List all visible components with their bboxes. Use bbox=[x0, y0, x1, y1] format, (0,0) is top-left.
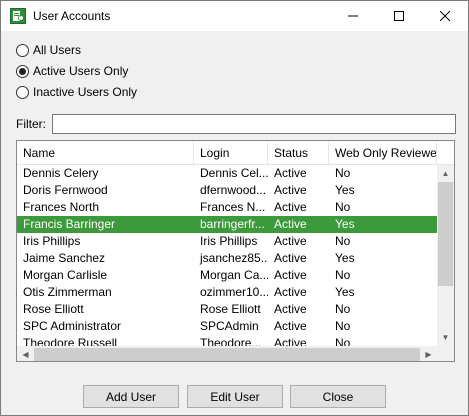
cell-login: barringerfr... bbox=[200, 217, 265, 231]
add-user-button[interactable]: Add User bbox=[83, 385, 179, 408]
user-accounts-app-icon bbox=[10, 8, 26, 24]
cell-name: Frances North bbox=[23, 200, 100, 214]
cell-login: dfernwood... bbox=[200, 183, 267, 197]
table-row[interactable]: Rose Elliott Rose Elliott Active No bbox=[17, 301, 437, 318]
column-header-login[interactable]: Login bbox=[194, 141, 268, 165]
cell-web-only-reviewer: Yes bbox=[335, 217, 355, 231]
maximize-button[interactable] bbox=[376, 1, 422, 31]
cell-web-only-reviewer: No bbox=[335, 200, 351, 214]
cell-name: Rose Elliott bbox=[23, 302, 84, 316]
maximize-icon bbox=[394, 11, 404, 21]
cell-login: SPCAdmin bbox=[200, 319, 259, 333]
scroll-down-icon[interactable]: ▼ bbox=[437, 329, 454, 346]
user-accounts-window: User Accounts All Users Active Users Onl… bbox=[0, 0, 469, 416]
table-row[interactable]: Dennis Celery Dennis Cel... Active No bbox=[17, 165, 437, 182]
column-header-name[interactable]: Name bbox=[17, 141, 194, 165]
cell-status: Active bbox=[274, 183, 307, 197]
minimize-button[interactable] bbox=[330, 1, 376, 31]
radio-circle[interactable] bbox=[16, 85, 29, 99]
radio-inactive-users-only[interactable]: Inactive Users Only bbox=[16, 84, 137, 100]
table-row[interactable]: Morgan Carlisle Morgan Ca... Active No bbox=[17, 267, 437, 284]
cell-status: Active bbox=[274, 285, 307, 299]
cell-web-only-reviewer: No bbox=[335, 166, 351, 180]
column-header-status[interactable]: Status bbox=[268, 141, 329, 165]
table-row[interactable]: Otis Zimmerman ozimmer10... Active Yes bbox=[17, 284, 437, 301]
table-row-selected[interactable]: Francis Barringer barringerfr... Active Yes bbox=[17, 216, 437, 233]
cell-web-only-reviewer: No bbox=[335, 234, 351, 248]
vertical-scroll-thumb[interactable] bbox=[438, 182, 453, 286]
list-header: Name Login Status Web Only Reviewer bbox=[17, 141, 454, 165]
cell-status: Active bbox=[274, 166, 307, 180]
cell-name: SPC Administrator bbox=[23, 319, 122, 333]
cell-name: Otis Zimmerman bbox=[23, 285, 112, 299]
radio-all-users[interactable]: All Users bbox=[16, 42, 81, 58]
cell-login: Frances N... bbox=[200, 200, 266, 214]
scroll-left-icon[interactable]: ◀ bbox=[17, 346, 34, 361]
close-button[interactable]: Close bbox=[290, 385, 386, 408]
radio-label: All Users bbox=[33, 43, 82, 57]
radio-label: Active Users Only bbox=[33, 64, 129, 78]
cell-login: Morgan Ca... bbox=[200, 268, 268, 282]
window-title: User Accounts bbox=[33, 9, 111, 23]
edit-user-button[interactable]: Edit User bbox=[187, 385, 283, 408]
radio-circle[interactable] bbox=[16, 43, 29, 57]
cell-status: Active bbox=[274, 234, 307, 248]
cell-name: Jaime Sanchez bbox=[23, 251, 106, 265]
title-bar: User Accounts bbox=[1, 1, 468, 31]
scroll-up-icon[interactable]: ▲ bbox=[437, 165, 454, 182]
filter-input[interactable] bbox=[52, 114, 456, 134]
cell-web-only-reviewer: No bbox=[335, 319, 351, 333]
cell-status: Active bbox=[274, 200, 307, 214]
cell-login: Iris Phillips bbox=[200, 234, 258, 248]
cell-status: Active bbox=[274, 217, 307, 231]
scroll-right-icon[interactable]: ▶ bbox=[420, 346, 437, 361]
table-row[interactable]: Frances North Frances N... Active No bbox=[17, 199, 437, 216]
table-row[interactable]: Jaime Sanchez jsanchez85... Active Yes bbox=[17, 250, 437, 267]
radio-circle[interactable] bbox=[16, 64, 29, 78]
cell-name: Morgan Carlisle bbox=[23, 268, 108, 282]
cell-name: Francis Barringer bbox=[23, 217, 116, 231]
close-window-button[interactable] bbox=[422, 1, 468, 31]
table-row[interactable]: Doris Fernwood dfernwood... Active Yes bbox=[17, 182, 437, 199]
column-header-web-only-reviewer[interactable]: Web Only Reviewer bbox=[329, 141, 437, 165]
cell-login: ozimmer10... bbox=[200, 285, 268, 299]
cell-login: Dennis Cel... bbox=[200, 166, 268, 180]
radio-active-users-only[interactable]: Active Users Only bbox=[16, 63, 128, 79]
cell-login: Rose Elliott bbox=[200, 302, 261, 316]
cell-name: Doris Fernwood bbox=[23, 183, 108, 197]
cell-web-only-reviewer: Yes bbox=[335, 285, 355, 299]
cell-login: jsanchez85... bbox=[200, 251, 268, 265]
scrollbar-corner bbox=[437, 346, 454, 361]
cell-name: Dennis Celery bbox=[23, 166, 99, 180]
minimize-icon bbox=[348, 15, 358, 17]
horizontal-scroll-thumb[interactable] bbox=[34, 348, 420, 361]
table-row[interactable]: Iris Phillips Iris Phillips Active No bbox=[17, 233, 437, 250]
cell-status: Active bbox=[274, 302, 307, 316]
filter-label: Filter: bbox=[16, 117, 46, 131]
cell-status: Active bbox=[274, 251, 307, 265]
radio-label: Inactive Users Only bbox=[33, 85, 138, 99]
close-icon bbox=[440, 11, 450, 21]
cell-web-only-reviewer: No bbox=[335, 268, 351, 282]
user-list[interactable]: Name Login Status Web Only Reviewer Denn… bbox=[16, 140, 455, 362]
table-row[interactable]: SPC Administrator SPCAdmin Active No bbox=[17, 318, 437, 335]
cell-web-only-reviewer: Yes bbox=[335, 183, 355, 197]
cell-web-only-reviewer: Yes bbox=[335, 251, 355, 265]
cell-status: Active bbox=[274, 268, 307, 282]
cell-web-only-reviewer: No bbox=[335, 302, 351, 316]
cell-name: Iris Phillips bbox=[23, 234, 81, 248]
cell-status: Active bbox=[274, 319, 307, 333]
